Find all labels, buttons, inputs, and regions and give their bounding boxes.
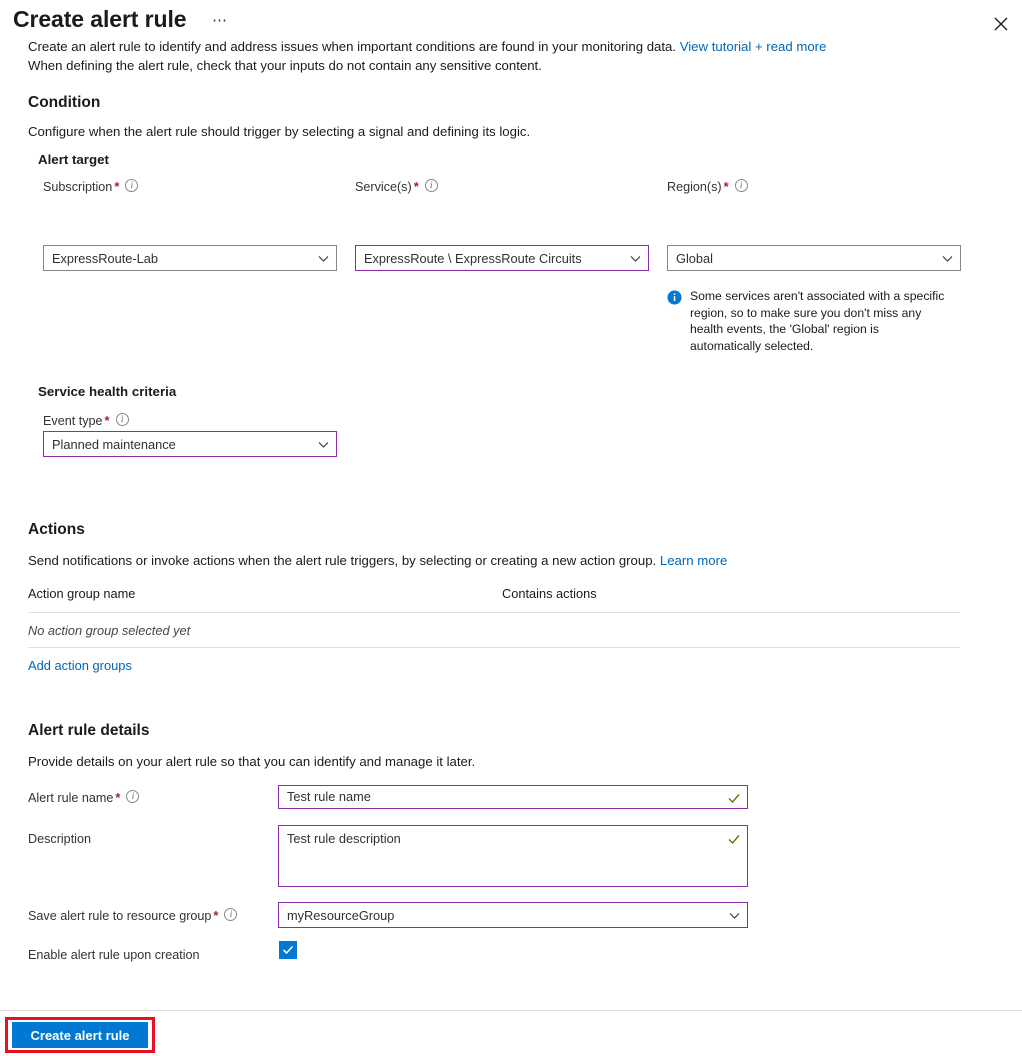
region-info-callout: Some services aren't associated with a s…	[667, 288, 953, 354]
intro-line1: Create an alert rule to identify and add…	[28, 39, 680, 54]
chevron-down-icon	[941, 252, 954, 265]
subscription-value: ExpressRoute-Lab	[52, 250, 158, 266]
subscription-dropdown[interactable]: ExpressRoute-Lab	[43, 245, 337, 271]
alert-target-title: Alert target	[38, 152, 109, 167]
intro-line2: When defining the alert rule, check that…	[28, 58, 542, 73]
services-value: ExpressRoute \ ExpressRoute Circuits	[364, 250, 582, 266]
checkmark-icon	[727, 832, 741, 846]
regions-info-icon[interactable]: i	[734, 179, 748, 193]
actions-section-title: Actions	[28, 521, 85, 538]
subscription-required-marker: *	[114, 179, 120, 194]
rule-name-label-group: Alert rule name * i	[28, 789, 140, 807]
regions-label-group: Region(s) * i	[667, 178, 748, 196]
regions-required-marker: *	[723, 179, 729, 194]
regions-dropdown[interactable]: Global	[667, 245, 961, 271]
rule-name-input[interactable]: Test rule name	[278, 785, 748, 809]
regions-value: Global	[676, 250, 713, 266]
resource-group-dropdown[interactable]: myResourceGroup	[278, 902, 748, 928]
services-dropdown[interactable]: ExpressRoute \ ExpressRoute Circuits	[355, 245, 649, 271]
actions-section-description: Send notifications or invoke actions whe…	[28, 553, 727, 568]
enable-rule-label-group: Enable alert rule upon creation	[28, 946, 200, 964]
regions-label: Region(s)	[667, 179, 722, 194]
info-circle-icon	[667, 290, 682, 354]
rule-name-required-marker: *	[115, 790, 121, 805]
more-options-icon[interactable]: ⋯	[209, 12, 231, 34]
rule-name-value: Test rule name	[287, 789, 371, 804]
services-label: Service(s)	[355, 179, 412, 194]
action-groups-table: Action group name Contains actions No ac…	[28, 586, 960, 675]
services-info-icon[interactable]: i	[424, 179, 438, 193]
column-header-action-group-name: Action group name	[28, 586, 136, 601]
chevron-down-icon	[317, 252, 330, 265]
subscription-info-icon[interactable]: i	[125, 179, 139, 193]
description-label-group: Description	[28, 830, 91, 848]
event-type-value: Planned maintenance	[52, 436, 176, 452]
table-divider	[28, 647, 960, 648]
chevron-down-icon	[317, 438, 330, 451]
services-label-group: Service(s) * i	[355, 178, 438, 196]
condition-section-description: Configure when the alert rule should tri…	[28, 124, 531, 139]
event-type-label-group: Event type * i	[43, 412, 129, 430]
enable-rule-checkbox[interactable]	[279, 941, 297, 959]
view-tutorial-link[interactable]: View tutorial + read more	[680, 39, 827, 54]
page-title: Create alert rule	[13, 6, 187, 32]
resource-group-info-icon[interactable]: i	[224, 908, 238, 922]
rule-name-info-icon[interactable]: i	[126, 790, 140, 804]
description-value: Test rule description	[287, 831, 401, 846]
rule-name-label: Alert rule name	[28, 790, 114, 805]
region-info-text: Some services aren't associated with a s…	[690, 289, 945, 353]
intro-text: Create an alert rule to identify and add…	[28, 37, 988, 75]
event-type-required-marker: *	[104, 413, 110, 428]
alert-rule-details-description: Provide details on your alert rule so th…	[28, 754, 476, 769]
alert-rule-details-title: Alert rule details	[28, 722, 150, 739]
chevron-down-icon	[629, 252, 642, 265]
chevron-down-icon	[728, 909, 741, 922]
condition-section-title: Condition	[28, 94, 101, 111]
event-type-info-icon[interactable]: i	[115, 413, 129, 427]
resource-group-required-marker: *	[213, 908, 219, 923]
checkmark-icon	[727, 791, 741, 805]
footer-divider	[0, 1010, 1022, 1011]
services-required-marker: *	[413, 179, 419, 194]
checkmark-icon	[282, 945, 294, 955]
event-type-dropdown[interactable]: Planned maintenance	[43, 431, 337, 457]
table-row: No action group selected yet	[28, 613, 960, 647]
actions-description-text: Send notifications or invoke actions whe…	[28, 553, 660, 568]
resource-group-value: myResourceGroup	[287, 907, 395, 923]
resource-group-label-group: Save alert rule to resource group * i	[28, 907, 238, 925]
column-header-contains-actions: Contains actions	[502, 586, 597, 601]
enable-rule-label: Enable alert rule upon creation	[28, 947, 200, 962]
service-health-criteria-title: Service health criteria	[38, 384, 177, 399]
event-type-label: Event type	[43, 413, 103, 428]
table-header-row: Action group name Contains actions	[28, 586, 960, 612]
subscription-label: Subscription	[43, 179, 113, 194]
subscription-label-group: Subscription * i	[43, 178, 139, 196]
create-alert-rule-blade: Create alert rule ⋯ Create an alert rule…	[0, 0, 1022, 1056]
add-action-groups-link[interactable]: Add action groups	[28, 648, 132, 673]
resource-group-label: Save alert rule to resource group	[28, 908, 212, 923]
close-icon[interactable]	[986, 9, 1016, 39]
description-label: Description	[28, 831, 91, 846]
empty-state-text: No action group selected yet	[28, 622, 191, 638]
create-alert-rule-button[interactable]: Create alert rule	[12, 1022, 148, 1048]
description-textarea[interactable]: Test rule description	[278, 825, 748, 887]
actions-learn-more-link[interactable]: Learn more	[660, 553, 727, 568]
